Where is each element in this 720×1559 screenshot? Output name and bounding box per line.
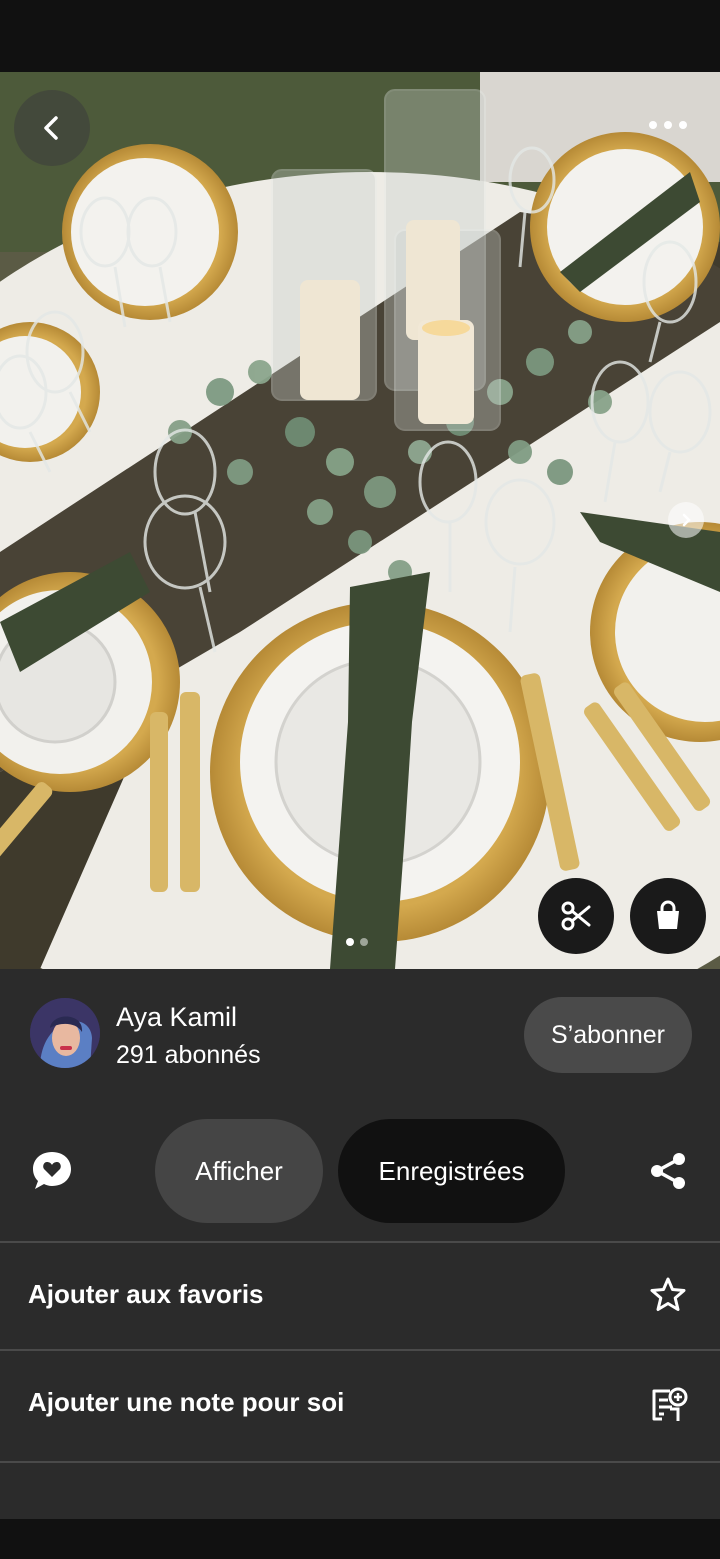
share-icon[interactable] <box>648 1151 688 1191</box>
chevron-left-icon <box>44 116 58 140</box>
avatar-image <box>30 998 100 1068</box>
carousel-indicator <box>346 938 368 946</box>
menu-item-label: Ajouter aux favoris <box>28 1279 264 1309</box>
more-dots-icon <box>649 121 687 129</box>
pin-image[interactable] <box>0 72 720 969</box>
follow-button[interactable]: S’abonner <box>524 997 692 1073</box>
shop-button[interactable] <box>630 878 706 954</box>
more-options-button[interactable] <box>636 100 700 150</box>
follower-count: 291 abonnés <box>116 1041 261 1069</box>
shopping-bag-icon <box>657 900 679 929</box>
pin-details-sheet: Aya Kamil 291 abonnés S’abonner Afficher… <box>0 969 720 1519</box>
creator-name[interactable]: Aya Kamil <box>116 1002 237 1033</box>
comment-icon[interactable] <box>30 1149 74 1193</box>
status-bar <box>0 0 720 72</box>
action-row: Afficher Enregistrées <box>0 1119 720 1225</box>
back-button[interactable] <box>14 90 90 166</box>
chevron-right-icon <box>682 513 691 527</box>
scissors-icon <box>561 901 591 931</box>
menu-item-add-favorites[interactable]: Ajouter aux favoris <box>0 1241 720 1347</box>
carousel-dot <box>360 938 368 946</box>
view-button[interactable]: Afficher <box>155 1119 323 1223</box>
avatar[interactable] <box>30 998 100 1068</box>
visual-search-button[interactable] <box>538 878 614 954</box>
menu-item-label: Ajouter une note pour soi <box>28 1387 345 1417</box>
next-image-button[interactable] <box>668 502 704 538</box>
add-note-icon <box>652 1387 688 1421</box>
creator-row: Aya Kamil 291 abonnés S’abonner <box>0 969 720 1109</box>
star-icon <box>650 1277 686 1311</box>
system-nav-bar <box>0 1519 720 1559</box>
saved-button[interactable]: Enregistrées <box>338 1119 565 1223</box>
carousel-dot-active <box>346 938 354 946</box>
table-setting-photo <box>0 72 720 969</box>
menu-item-add-note[interactable]: Ajouter une note pour soi <box>0 1349 720 1455</box>
